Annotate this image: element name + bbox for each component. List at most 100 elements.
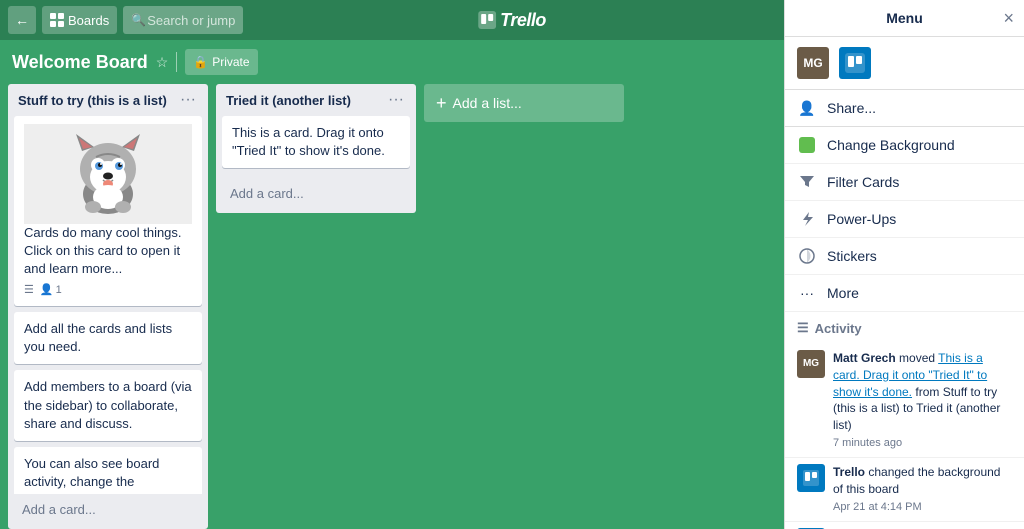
- search-icon: 🔍: [131, 13, 146, 27]
- card-husky[interactable]: Cards do many cool things. Click on this…: [14, 116, 202, 306]
- menu-item-filter-cards[interactable]: Filter Cards: [785, 164, 1024, 201]
- add-card-label-1: Add a card...: [22, 502, 96, 517]
- change-bg-icon: [797, 135, 817, 155]
- more-label: More: [827, 285, 859, 301]
- menu-title: Menu: [886, 10, 923, 26]
- private-label: Private: [212, 55, 249, 69]
- card-text-husky: Cards do many cool things. Click on this…: [24, 225, 182, 276]
- menu-item-change-bg[interactable]: Change Background: [785, 127, 1024, 164]
- menu-item-more[interactable]: ··· More: [785, 275, 1024, 312]
- board-title: Welcome Board: [12, 52, 148, 73]
- card-text-3: Add members to a board (via the sidebar)…: [24, 379, 192, 430]
- activity-avatar-trello-2: [797, 464, 825, 492]
- activity-time-1: 7 minutes ago: [833, 436, 1012, 451]
- activity-user-1: Matt Grech: [833, 351, 896, 365]
- stickers-label: Stickers: [827, 248, 877, 264]
- header-divider: [176, 52, 177, 72]
- activity-avatar-label-1: MG: [803, 357, 819, 371]
- husky-illustration: [68, 129, 148, 219]
- add-card-button-1[interactable]: Add a card...: [12, 496, 204, 523]
- activity-item-3: Trello disabled self join on this board …: [785, 522, 1024, 529]
- sticker-icon: [797, 246, 817, 266]
- list-stuff-to-try: Stuff to try (this is a list) ···: [8, 84, 208, 529]
- add-card-button-2[interactable]: Add a card...: [220, 180, 412, 207]
- card-icons: ☰ 👤 1: [24, 283, 192, 298]
- card-this-is-a-card[interactable]: This is a card. Drag it onto "Tried It" …: [222, 116, 410, 168]
- checklist-icon: ☰: [24, 283, 34, 298]
- menu-item-stickers[interactable]: Stickers: [785, 238, 1024, 275]
- back-button[interactable]: ←: [8, 6, 36, 34]
- add-list-button[interactable]: + Add a list...: [424, 84, 624, 122]
- filter-cards-label: Filter Cards: [827, 174, 899, 190]
- activity-item-2: Trello changed the background of this bo…: [785, 458, 1024, 522]
- star-button[interactable]: ☆: [156, 54, 169, 71]
- activity-text-1: Matt Grech moved This is a card. Drag it…: [833, 350, 1012, 451]
- card-add-members[interactable]: Add members to a board (via the sidebar)…: [14, 370, 202, 441]
- list-cards-2: This is a card. Drag it onto "Tried It" …: [216, 112, 416, 178]
- card-text-tried: This is a card. Drag it onto "Tried It" …: [232, 125, 385, 158]
- boards-button[interactable]: Boards: [42, 6, 117, 34]
- menu-user-avatar: MG: [797, 47, 829, 79]
- trello-board-icon: [845, 53, 865, 73]
- list-header-2: Tried it (another list) ···: [216, 84, 416, 112]
- person-icon: 👤: [797, 98, 817, 118]
- private-button[interactable]: 🔒 Private: [185, 49, 257, 75]
- list-menu-button-1[interactable]: ···: [178, 92, 198, 108]
- menu-sidebar: Menu × MG 👤: [784, 0, 1024, 529]
- add-list-icon: +: [436, 93, 447, 114]
- activity-user-2: Trello: [833, 465, 865, 479]
- lock-icon: 🔒: [193, 55, 208, 69]
- activity-action-1: moved: [899, 351, 938, 365]
- menu-avatar-label: MG: [803, 56, 822, 70]
- filter-icon: [797, 172, 817, 192]
- board-header: Welcome Board ☆ 🔒 Private: [0, 40, 784, 84]
- activity-time-2: Apr 21 at 4:14 PM: [833, 500, 1012, 515]
- board-content: Stuff to try (this is a list) ···: [0, 84, 784, 529]
- menu-header: Menu ×: [785, 0, 1024, 37]
- trello-wordmark: Trello: [500, 10, 546, 31]
- grid-icon: [50, 13, 64, 27]
- menu-item-power-ups[interactable]: Power-Ups: [785, 201, 1024, 238]
- menu-board-identity: MG: [785, 37, 1024, 90]
- menu-board-icon: [839, 47, 871, 79]
- main-area: Welcome Board ☆ 🔒 Private Stuff to try (…: [0, 40, 784, 529]
- card-add-cards[interactable]: Add all the cards and lists you need.: [14, 312, 202, 364]
- power-ups-label: Power-Ups: [827, 211, 896, 227]
- add-card-label-2: Add a card...: [230, 186, 304, 201]
- activity-label: Activity: [815, 321, 862, 336]
- more-icon: ···: [797, 283, 817, 303]
- board-area: ← Boards 🔍 Trello: [0, 0, 1024, 529]
- activity-icon: ☰: [797, 320, 809, 336]
- list-title-1: Stuff to try (this is a list): [18, 93, 167, 108]
- menu-close-button[interactable]: ×: [1003, 9, 1014, 27]
- list-cards-1: Cards do many cool things. Click on this…: [8, 112, 208, 494]
- activity-header: ☰ Activity: [785, 312, 1024, 344]
- menu-body: MG 👤 Share...: [785, 37, 1024, 529]
- trello-icon: [478, 11, 496, 29]
- card-text-2: Add all the cards and lists you need.: [24, 321, 172, 354]
- card-image: [24, 124, 192, 224]
- checklist-icon-item: ☰: [24, 283, 34, 298]
- add-list-label: Add a list...: [453, 95, 522, 111]
- close-icon: ×: [1003, 8, 1014, 28]
- list-tried-it: Tried it (another list) ··· This is a ca…: [216, 84, 416, 213]
- list-header-1: Stuff to try (this is a list) ···: [8, 84, 208, 112]
- card-text-4: You can also see board activity, change …: [24, 456, 159, 494]
- member-icon: 👤: [40, 283, 54, 298]
- list-title-2: Tried it (another list): [226, 93, 351, 108]
- trello-mini-icon-2: [803, 470, 819, 486]
- member-count: 1: [56, 283, 62, 298]
- lightning-icon: [797, 209, 817, 229]
- trello-logo: Trello: [478, 10, 546, 31]
- card-board-activity[interactable]: You can also see board activity, change …: [14, 447, 202, 494]
- list-menu-button-2[interactable]: ···: [386, 92, 406, 108]
- activity-text-2: Trello changed the background of this bo…: [833, 464, 1012, 515]
- member-icon-item: 👤 1: [40, 283, 62, 298]
- activity-avatar-mg: MG: [797, 350, 825, 378]
- activity-item-1: MG Matt Grech moved This is a card. Drag…: [785, 344, 1024, 458]
- back-icon: ←: [15, 12, 29, 28]
- menu-share-item[interactable]: 👤 Share...: [785, 90, 1024, 127]
- boards-label: Boards: [68, 13, 109, 28]
- share-label: Share...: [827, 100, 876, 116]
- change-bg-label: Change Background: [827, 137, 955, 153]
